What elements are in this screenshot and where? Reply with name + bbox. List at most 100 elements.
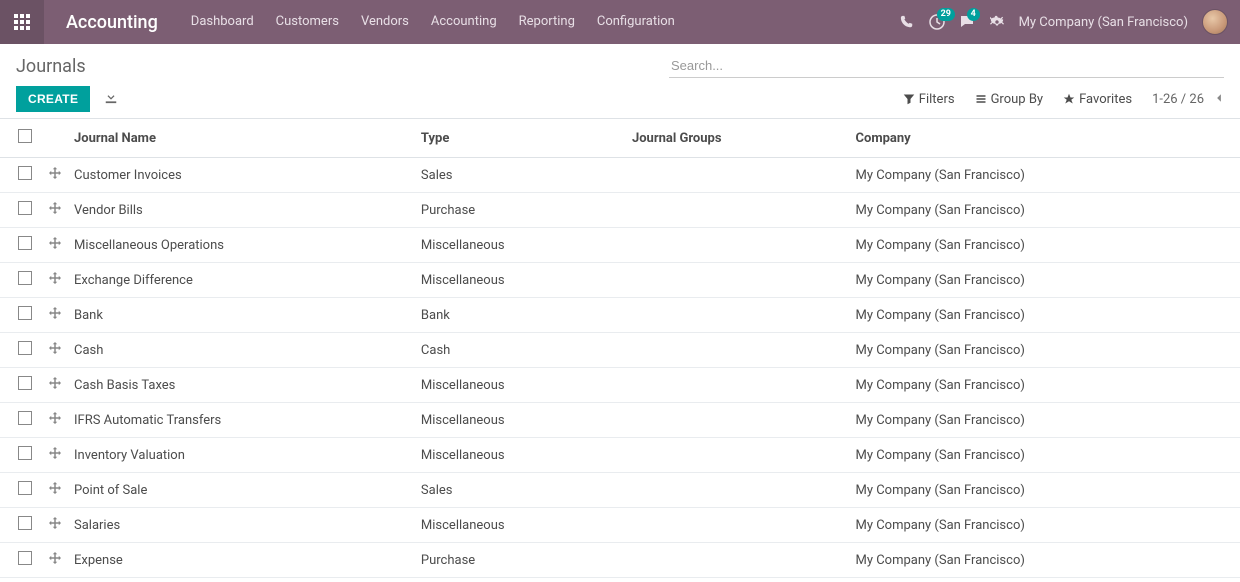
drag-handle-icon[interactable] — [49, 482, 61, 494]
table-row[interactable]: Cash Basis TaxesMiscellaneous My Company … — [0, 368, 1240, 403]
cell-groups — [624, 158, 848, 193]
cell-type: Cash — [413, 333, 624, 368]
cell-groups — [624, 228, 848, 263]
cell-groups — [624, 298, 848, 333]
cell-company: My Company (San Francisco) — [847, 263, 1240, 298]
nav-vendors[interactable]: Vendors — [350, 0, 420, 44]
row-checkbox[interactable] — [18, 306, 32, 320]
import-button[interactable] — [100, 86, 122, 112]
col-header-groups[interactable]: Journal Groups — [624, 119, 848, 158]
table-row[interactable]: BankBank My Company (San Francisco) — [0, 298, 1240, 333]
row-checkbox[interactable] — [18, 411, 32, 425]
row-checkbox[interactable] — [18, 376, 32, 390]
drag-handle-icon[interactable] — [49, 447, 61, 459]
drag-handle-icon[interactable] — [49, 412, 61, 424]
cell-type: Sales — [413, 158, 624, 193]
table-row[interactable]: Miscellaneous OperationsMiscellaneousMy … — [0, 228, 1240, 263]
table-row[interactable]: Customer InvoicesSalesMy Company (San Fr… — [0, 158, 1240, 193]
row-checkbox[interactable] — [18, 201, 32, 215]
table-row[interactable]: Exchange DifferenceMiscellaneousMy Compa… — [0, 263, 1240, 298]
user-avatar[interactable] — [1202, 9, 1228, 35]
table-row[interactable]: CashCashMy Company (San Francisco) — [0, 333, 1240, 368]
cell-type: Miscellaneous — [413, 403, 624, 438]
chevron-left-icon — [1214, 93, 1224, 103]
row-checkbox[interactable] — [18, 481, 32, 495]
table-row[interactable]: Inventory ValuationMiscellaneousMy Compa… — [0, 438, 1240, 473]
groupby-button[interactable]: Group By — [975, 92, 1044, 107]
row-checkbox[interactable] — [18, 551, 32, 565]
cell-name: Vendor Bills — [70, 193, 413, 228]
nav-customers[interactable]: Customers — [265, 0, 350, 44]
drag-handle-icon[interactable] — [49, 307, 61, 319]
table-row[interactable]: Point of SaleSalesMy Company (San Franci… — [0, 473, 1240, 508]
cell-groups — [624, 193, 848, 228]
table-row[interactable]: SalariesMiscellaneousMy Company (San Fra… — [0, 508, 1240, 543]
table-row[interactable]: Vendor BillsPurchaseMy Company (San Fran… — [0, 193, 1240, 228]
cell-type: Miscellaneous — [413, 368, 624, 403]
cell-type: Miscellaneous — [413, 228, 624, 263]
phone-icon[interactable] — [899, 14, 915, 30]
cell-type: Miscellaneous — [413, 438, 624, 473]
row-checkbox[interactable] — [18, 236, 32, 250]
create-button[interactable]: CREATE — [16, 86, 90, 112]
drag-handle-icon[interactable] — [49, 237, 61, 249]
cell-name: Salaries — [70, 508, 413, 543]
drag-handle-icon[interactable] — [49, 517, 61, 529]
col-header-name[interactable]: Journal Name — [70, 119, 413, 158]
drag-handle-icon[interactable] — [49, 342, 61, 354]
cell-groups — [624, 438, 848, 473]
row-checkbox[interactable] — [18, 516, 32, 530]
cell-groups — [624, 473, 848, 508]
cell-company: My Company (San Francisco) — [847, 298, 1240, 333]
cell-type: Miscellaneous — [413, 508, 624, 543]
cell-company: My Company (San Francisco) — [847, 333, 1240, 368]
nav-reporting[interactable]: Reporting — [508, 0, 586, 44]
control-panel: Journals CREATE Filters Group By — [0, 44, 1240, 119]
drag-handle-icon[interactable] — [49, 167, 61, 179]
drag-handle-icon[interactable] — [49, 202, 61, 214]
nav-right: 29 4 My Company (San Francisco) — [899, 9, 1240, 35]
star-icon — [1063, 93, 1075, 105]
table-row[interactable]: IFRS Automatic TransfersMiscellaneousMy … — [0, 403, 1240, 438]
activities-icon[interactable]: 29 — [929, 14, 945, 30]
download-icon — [104, 90, 118, 104]
cell-company: My Company (San Francisco) — [847, 403, 1240, 438]
company-selector[interactable]: My Company (San Francisco) — [1019, 15, 1188, 30]
filters-button[interactable]: Filters — [903, 92, 955, 107]
cell-company: My Company (San Francisco) — [847, 543, 1240, 578]
breadcrumb: Journals — [16, 56, 86, 77]
cell-type: Bank — [413, 298, 624, 333]
row-checkbox[interactable] — [18, 271, 32, 285]
select-all-checkbox[interactable] — [18, 129, 32, 143]
col-header-type[interactable]: Type — [413, 119, 624, 158]
cell-name: Bank — [70, 298, 413, 333]
activities-badge: 29 — [937, 8, 955, 21]
app-title[interactable]: Accounting — [44, 12, 180, 33]
cell-name: Miscellaneous Operations — [70, 228, 413, 263]
drag-handle-icon[interactable] — [49, 552, 61, 564]
row-checkbox[interactable] — [18, 166, 32, 180]
groupby-label: Group By — [991, 92, 1044, 107]
nav-accounting[interactable]: Accounting — [420, 0, 508, 44]
nav-dashboard[interactable]: Dashboard — [180, 0, 265, 44]
cell-groups — [624, 333, 848, 368]
apps-menu-button[interactable] — [0, 0, 44, 44]
drag-handle-icon[interactable] — [49, 377, 61, 389]
messages-icon[interactable]: 4 — [959, 14, 975, 30]
row-checkbox[interactable] — [18, 446, 32, 460]
row-checkbox[interactable] — [18, 341, 32, 355]
col-header-company[interactable]: Company — [847, 119, 1240, 158]
drag-handle-icon[interactable] — [49, 272, 61, 284]
nav-configuration[interactable]: Configuration — [586, 0, 686, 44]
pager-prev-button[interactable] — [1214, 92, 1224, 107]
cell-name: Exchange Difference — [70, 263, 413, 298]
search-input[interactable] — [669, 54, 1224, 78]
cell-company: My Company (San Francisco) — [847, 368, 1240, 403]
favorites-button[interactable]: Favorites — [1063, 92, 1132, 107]
nav-menu: Dashboard Customers Vendors Accounting R… — [180, 0, 686, 44]
debug-icon[interactable] — [989, 14, 1005, 30]
cell-groups — [624, 543, 848, 578]
pager-text[interactable]: 1-26 / 26 — [1152, 92, 1204, 107]
cell-name: Cash Basis Taxes — [70, 368, 413, 403]
table-row[interactable]: ExpensePurchaseMy Company (San Francisco… — [0, 543, 1240, 578]
